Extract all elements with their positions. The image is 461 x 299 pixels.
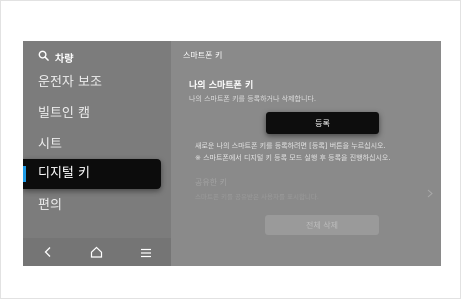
section-description: 나의 스마트폰 키를 등록하거나 삭제합니다. [189,95,317,103]
home-button[interactable] [82,240,112,264]
sidebar-item-seat[interactable]: 시트 [23,135,171,155]
menu-icon [140,243,152,262]
sidebar-item-label: 빌트인 캠 [38,106,90,121]
sidebar: 차량 운전자 보조 빌트인 캠 시트 디지털 키 편의 [23,41,171,266]
sidebar-item-builtin-cam[interactable]: 빌트인 캠 [23,104,171,124]
back-button[interactable] [33,240,63,264]
info-text-line: 새로운 나의 스마트폰 키를 등록하려면 [등록] 버튼을 누르십시오. [195,142,386,150]
shared-keys-title: 공유한 키 [195,178,227,187]
infotainment-screen: 차량 운전자 보조 빌트인 캠 시트 디지털 키 편의 스마트폰 키 나의 스마… [23,41,441,266]
sidebar-item-label: 디지털 키 [38,166,90,181]
sidebar-item-label: 시트 [38,137,62,152]
screenshot-frame: 차량 운전자 보조 빌트인 캠 시트 디지털 키 편의 스마트폰 키 나의 스마… [0,0,461,299]
page-title: 스마트폰 키 [183,51,223,60]
shared-keys-row[interactable]: 공유한 키 스마트폰 키를 공유받은 사용자를 표시합니다. [181,173,437,203]
delete-all-button[interactable]: 전체 삭제 [265,215,379,235]
register-button-label: 등록 [315,118,330,128]
sidebar-item-convenience[interactable]: 편의 [23,196,171,216]
register-button[interactable]: 등록 [266,112,379,134]
sidebar-item-driver-assist[interactable]: 운전자 보조 [23,73,171,93]
chevron-right-icon [427,183,433,202]
settings-content: 스마트폰 키 나의 스마트폰 키 나의 스마트폰 키를 등록하거나 삭제합니다.… [171,41,441,266]
delete-all-button-label: 전체 삭제 [306,220,338,230]
sidebar-item-label: 편의 [38,198,62,213]
home-icon [90,243,103,262]
info-text-line: ※ 스마트폰에서 디지털 키 등록 모드 실행 후 등록을 진행하십시오. [195,154,391,162]
navigation-bar [23,238,171,266]
menu-button[interactable] [131,240,161,264]
sidebar-item-digital-key[interactable]: 디지털 키 [23,159,161,189]
sidebar-header[interactable]: 차량 [38,48,73,66]
back-icon [43,243,53,262]
sidebar-item-label: 운전자 보조 [38,75,102,90]
shared-keys-description: 스마트폰 키를 공유받은 사용자를 표시합니다. [195,193,319,201]
section-title: 나의 스마트폰 키 [189,81,254,91]
search-icon [38,50,49,64]
sidebar-header-label: 차량 [55,53,74,65]
